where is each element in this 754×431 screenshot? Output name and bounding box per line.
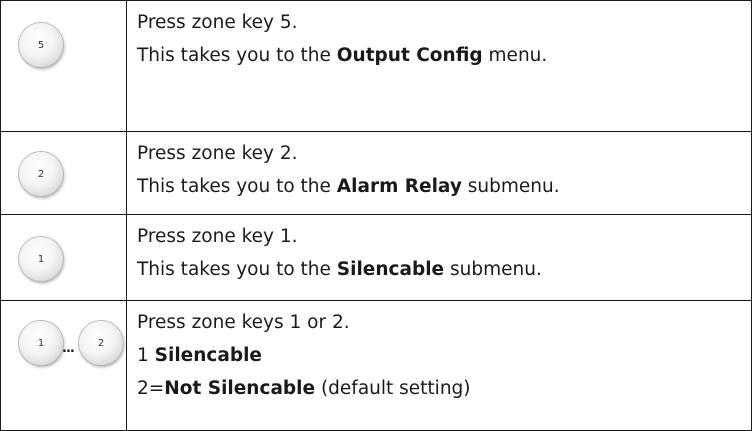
step-line: Press zone key 5. xyxy=(137,6,751,39)
option-not-silencable: Not Silencable xyxy=(164,378,316,399)
step-text-cell: Press zone keys 1 or 2. 1 Silencable 2=N… xyxy=(126,300,752,431)
zone-key-1-icon: 1 xyxy=(19,237,63,281)
step-text: Press zone keys 1 or 2. xyxy=(137,312,350,333)
step-text-cell: Press zone key 1. This takes you to the … xyxy=(126,214,752,301)
step-text: This takes you to the xyxy=(137,45,337,66)
step-text: submenu. xyxy=(444,259,542,280)
step-row: 1 Press zone key 1. This takes you to th… xyxy=(0,214,752,301)
menu-name-output-config: Output Config xyxy=(336,45,483,66)
default-setting-note: (default setting) xyxy=(315,378,471,399)
step-text-cell: Press zone key 2. This takes you to the … xyxy=(126,131,752,215)
step-line: 1 Silencable xyxy=(137,339,751,372)
step-line: Press zone key 1. xyxy=(137,220,751,253)
zone-key-1-icon: 1 xyxy=(19,321,63,365)
option-number: 2= xyxy=(137,378,165,399)
zone-key-2-icon: 2 xyxy=(79,321,123,365)
step-line: Press zone key 2. xyxy=(137,137,751,170)
step-text: This takes you to the xyxy=(137,176,337,197)
zone-key-label: 1 xyxy=(37,253,45,265)
step-text: submenu. xyxy=(461,176,560,197)
step-text: Press zone key 5. xyxy=(137,12,298,33)
option-number: 1 xyxy=(137,345,155,366)
step-text: This takes you to the xyxy=(137,259,337,280)
zone-key-label: 5 xyxy=(37,39,45,51)
step-row: 1 ... 2 Press zone keys 1 or 2. 1 Silenc… xyxy=(0,300,752,431)
instruction-steps-table: 5 Press zone key 5. This takes you to th… xyxy=(0,0,752,431)
zone-key-cell: 5 xyxy=(0,0,127,132)
menu-name-alarm-relay: Alarm Relay xyxy=(336,176,462,197)
step-line: This takes you to the Output Config menu… xyxy=(137,39,751,72)
step-row: 2 Press zone key 2. This takes you to th… xyxy=(0,131,752,215)
step-text: menu. xyxy=(482,45,548,66)
zone-key-label: 2 xyxy=(97,337,105,349)
zone-key-cell: 2 xyxy=(0,131,127,215)
menu-name-silencable: Silencable xyxy=(336,259,445,280)
zone-key-2-icon: 2 xyxy=(19,152,63,196)
step-text: Press zone key 2. xyxy=(137,143,298,164)
step-text-cell: Press zone key 5. This takes you to the … xyxy=(126,0,752,132)
zone-key-label: 2 xyxy=(37,168,45,180)
step-text: Press zone key 1. xyxy=(137,226,298,247)
zone-key-cell: 1 ... 2 xyxy=(0,300,127,431)
zone-key-5-icon: 5 xyxy=(19,23,63,67)
option-silencable: Silencable xyxy=(154,345,262,366)
step-line: This takes you to the Silencable submenu… xyxy=(137,253,751,286)
zone-key-cell: 1 xyxy=(0,214,127,301)
step-line: Press zone keys 1 or 2. xyxy=(137,306,751,339)
key-range-ellipsis: ... xyxy=(62,341,75,356)
zone-key-label: 1 xyxy=(37,337,45,349)
step-line: 2=Not Silencable (default setting) xyxy=(137,372,751,405)
step-row: 5 Press zone key 5. This takes you to th… xyxy=(0,0,752,132)
step-line: This takes you to the Alarm Relay submen… xyxy=(137,170,751,203)
